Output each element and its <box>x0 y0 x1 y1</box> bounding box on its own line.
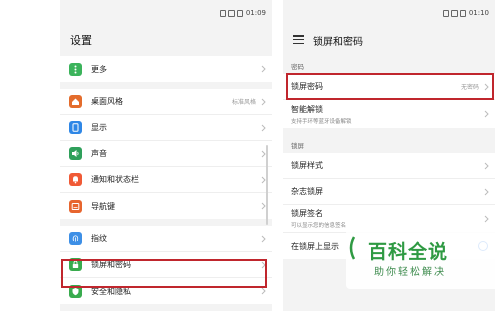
settings-item-label: 杂志锁屏 <box>291 187 323 196</box>
settings-item-description: 支持手环等蓝牙设备解锁 <box>291 118 352 125</box>
settings-item-value: 标准风格 <box>231 99 256 106</box>
settings-item-home-style[interactable]: 桌面风格 标准风格 <box>60 89 272 115</box>
settings-item-lock-style[interactable]: 锁屏样式 <box>283 153 495 179</box>
settings-item-sound[interactable]: 声音 <box>60 141 272 167</box>
home-style-icon <box>69 95 82 108</box>
settings-item-display[interactable]: 显示 <box>60 115 272 141</box>
settings-item-label: 锁屏和密码 <box>91 260 131 269</box>
sim-icon <box>450 9 458 17</box>
page-title: 锁屏和密码 <box>313 37 363 48</box>
watermark: 百科全说 助你轻松解决 <box>346 229 500 289</box>
settings-item-description: 可以显示您的信息签名 <box>291 223 347 229</box>
settings-group: 指纹 锁屏和密码 安全和隐私 <box>60 226 272 304</box>
settings-screen: 01:09 设置 更多 桌面风格 标准风格 显示 声音 通知和状态栏 导航键 指… <box>60 0 272 311</box>
settings-item-label: 在锁屏上显示 <box>291 241 339 251</box>
status-time: 01:10 <box>468 9 489 17</box>
settings-item-smart-unlock[interactable]: 智能解锁 支持手环等蓝牙设备解锁 <box>283 100 495 128</box>
settings-item-label: 锁屏签名 <box>291 209 323 218</box>
settings-item-lock-screen-password[interactable]: 锁屏和密码 <box>60 252 272 278</box>
settings-item-label: 导航键 <box>91 201 115 211</box>
settings-item-fingerprint[interactable]: 指纹 <box>60 226 272 252</box>
sim-icon <box>227 9 235 17</box>
settings-item-label: 锁屏样式 <box>291 161 323 170</box>
chevron-right-icon <box>484 83 489 90</box>
bell-icon <box>69 173 82 186</box>
chevron-right-icon <box>261 235 266 242</box>
page-title: 设置 <box>70 34 92 47</box>
chevron-right-icon <box>484 188 489 195</box>
status-bar: 01:09 <box>60 0 272 24</box>
menu-icon[interactable] <box>293 35 304 45</box>
sound-icon <box>69 147 82 160</box>
chevron-right-icon <box>484 215 489 222</box>
chevron-right-icon <box>484 110 489 118</box>
settings-item-security-privacy[interactable]: 安全和隐私 <box>60 278 272 304</box>
settings-item-label: 声音 <box>91 149 107 158</box>
chevron-right-icon <box>261 124 266 131</box>
section-header-password: 密码 <box>291 63 304 71</box>
status-time: 01:09 <box>245 9 266 17</box>
more-icon <box>69 62 82 76</box>
shield-icon <box>69 284 82 298</box>
settings-item-label: 锁屏密码 <box>291 82 323 91</box>
vibrate-icon <box>442 9 449 17</box>
settings-item-label: 桌面风格 <box>91 97 123 106</box>
scrollbar[interactable] <box>266 145 268 225</box>
lock-icon <box>69 258 82 271</box>
section-header-lockscreen: 锁屏 <box>291 142 304 150</box>
settings-item-more[interactable]: 更多 <box>60 56 272 82</box>
settings-group: 锁屏密码 无密码 智能解锁 支持手环等蓝牙设备解锁 <box>283 74 495 128</box>
watermark-title: 百科全说 <box>368 241 449 263</box>
settings-item-label: 更多 <box>91 64 107 74</box>
settings-item-magazine-lock[interactable]: 杂志锁屏 <box>283 179 495 205</box>
page-header: 锁屏和密码 <box>283 24 495 56</box>
settings-item-label: 安全和隐私 <box>91 286 131 296</box>
chevron-right-icon <box>261 261 266 268</box>
settings-item-label: 显示 <box>91 123 107 132</box>
nav-key-icon <box>69 199 82 213</box>
settings-item-label: 指纹 <box>91 234 107 243</box>
chevron-right-icon <box>484 162 489 169</box>
settings-item-label: 通知和状态栏 <box>91 175 139 184</box>
page-header: 设置 <box>60 24 272 56</box>
battery-icon <box>236 9 243 17</box>
watermark-subtitle: 助你轻松解决 <box>374 267 446 278</box>
display-icon <box>69 121 82 134</box>
settings-item-notifications[interactable]: 通知和状态栏 <box>60 167 272 193</box>
fingerprint-icon <box>69 232 82 245</box>
settings-group: 更多 <box>60 56 272 82</box>
settings-group: 桌面风格 标准风格 显示 声音 通知和状态栏 导航键 <box>60 89 272 219</box>
settings-item-label: 智能解锁 <box>291 104 323 114</box>
settings-item-value: 无密码 <box>460 84 479 91</box>
chevron-right-icon <box>261 98 266 105</box>
vibrate-icon <box>219 9 226 17</box>
battery-icon <box>459 9 466 17</box>
settings-item-lock-password[interactable]: 锁屏密码 无密码 <box>283 74 495 100</box>
settings-item-nav-key[interactable]: 导航键 <box>60 193 272 219</box>
status-bar: 01:10 <box>283 0 495 24</box>
chevron-right-icon <box>261 287 266 295</box>
chevron-right-icon <box>261 65 266 73</box>
